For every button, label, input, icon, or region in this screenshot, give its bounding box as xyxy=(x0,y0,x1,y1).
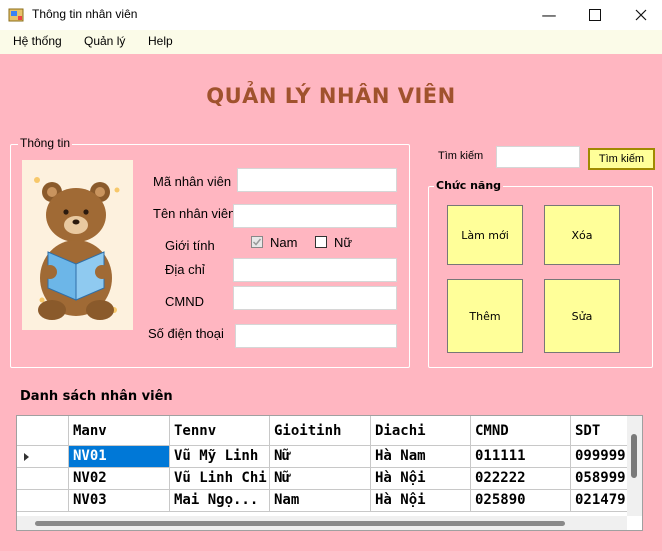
table-cell[interactable]: Hà Nội xyxy=(371,468,471,490)
them-button[interactable]: Thêm xyxy=(447,279,523,353)
column-header[interactable]: SDT xyxy=(571,416,631,446)
nu-checkbox[interactable] xyxy=(315,236,327,248)
window-title: Thông tin nhân viên xyxy=(32,7,138,21)
table-cell[interactable]: 011111 xyxy=(471,446,571,468)
table-row[interactable]: NV01 Vũ Mỹ Linh Nữ Hà Nam 011111 099999 xyxy=(17,446,637,468)
employee-photo xyxy=(22,160,133,330)
table-cell[interactable]: NV03 xyxy=(69,490,170,512)
menu-help[interactable]: Help xyxy=(148,34,173,48)
minimize-button[interactable]: — xyxy=(526,0,572,30)
menu-he-thong[interactable]: Hệ thống xyxy=(13,34,62,48)
label-ma-nhan-vien: Mã nhân viên xyxy=(153,174,232,189)
row-header[interactable] xyxy=(17,446,69,468)
label-cmnd: CMND xyxy=(165,294,204,309)
column-header[interactable]: Diachi xyxy=(371,416,471,446)
label-so-dien-thoai: Số điện thoại xyxy=(148,326,224,341)
maximize-button[interactable] xyxy=(572,0,618,30)
column-header[interactable]: Tennv xyxy=(170,416,270,446)
ten-nhan-vien-input[interactable] xyxy=(233,204,397,228)
search-input[interactable] xyxy=(496,146,580,168)
table-cell[interactable]: 022222 xyxy=(471,468,571,490)
lam-moi-button[interactable]: Làm mới xyxy=(447,205,523,265)
vertical-scrollbar[interactable] xyxy=(627,416,642,516)
form-client-area: QUẢN LÝ NHÂN VIÊN Thông tin Mã nhân viên… xyxy=(0,54,662,551)
table-cell[interactable]: Hà Nam xyxy=(371,446,471,468)
list-title: Danh sách nhân viên xyxy=(20,389,173,404)
xoa-button[interactable]: Xóa xyxy=(544,205,620,265)
table-cell[interactable]: Hà Nội xyxy=(371,490,471,512)
table-cell[interactable]: NV02 xyxy=(69,468,170,490)
label-gioi-tinh: Giới tính xyxy=(165,238,215,253)
horizontal-scrollbar[interactable] xyxy=(17,516,627,530)
title-bar: Thông tin nhân viên — xyxy=(0,0,662,30)
row-header[interactable] xyxy=(17,468,69,490)
dia-chi-input[interactable] xyxy=(233,258,397,282)
current-row-icon xyxy=(24,453,29,461)
table-cell[interactable]: 025890 xyxy=(471,490,571,512)
label-dia-chi: Địa chỉ xyxy=(165,262,205,277)
horizontal-scroll-thumb[interactable] xyxy=(35,521,565,526)
page-title: QUẢN LÝ NHÂN VIÊN xyxy=(206,84,456,108)
menu-bar: Hệ thống Quản lý Help xyxy=(0,30,662,54)
column-header[interactable]: Manv xyxy=(69,416,170,446)
function-legend: Chức năng xyxy=(434,179,504,192)
table-row[interactable]: NV02 Vũ Linh Chi Nữ Hà Nội 022222 058999 xyxy=(17,468,637,490)
nam-checkbox[interactable] xyxy=(251,236,263,248)
row-header[interactable] xyxy=(17,490,69,512)
row-header-corner xyxy=(17,416,69,446)
vertical-scroll-thumb[interactable] xyxy=(631,434,637,478)
ma-nhan-vien-input[interactable] xyxy=(237,168,397,192)
app-icon xyxy=(8,8,24,22)
table-cell[interactable]: Nữ xyxy=(270,468,371,490)
table-row[interactable]: NV03 Mai Ngọ... Nam Hà Nội 025890 021479 xyxy=(17,490,637,512)
maximize-icon xyxy=(589,9,601,21)
cmnd-input[interactable] xyxy=(233,286,397,310)
table-cell[interactable]: Mai Ngọ... xyxy=(170,490,270,512)
column-header[interactable]: CMND xyxy=(471,416,571,446)
nam-label: Nam xyxy=(270,235,298,250)
table-cell[interactable]: 099999 xyxy=(571,446,631,468)
table-cell[interactable]: Vũ Mỹ Linh xyxy=(170,446,270,468)
bear-reading-icon xyxy=(22,160,133,330)
so-dien-thoai-input[interactable] xyxy=(235,324,397,348)
close-button[interactable] xyxy=(618,0,662,30)
column-header[interactable]: Gioitinh xyxy=(270,416,371,446)
table-cell[interactable]: Nam xyxy=(270,490,371,512)
table-cell[interactable]: 058999 xyxy=(571,468,631,490)
grid-header-row: Manv Tennv Gioitinh Diachi CMND SDT xyxy=(17,416,637,446)
nu-label: Nữ xyxy=(334,235,353,250)
close-icon xyxy=(635,9,647,21)
info-legend: Thông tin xyxy=(18,136,73,150)
search-button[interactable]: Tìm kiếm xyxy=(588,148,655,170)
search-label: Tìm kiếm xyxy=(438,150,484,162)
menu-quan-ly[interactable]: Quản lý xyxy=(84,34,125,48)
sua-button[interactable]: Sửa xyxy=(544,279,620,353)
employee-grid[interactable]: Manv Tennv Gioitinh Diachi CMND SDT NV01… xyxy=(16,415,643,531)
checkmark-icon xyxy=(252,238,262,246)
table-cell[interactable]: Vũ Linh Chi xyxy=(170,468,270,490)
table-cell[interactable]: 021479 xyxy=(571,490,631,512)
minimize-icon: — xyxy=(541,6,557,24)
table-cell[interactable]: Nữ xyxy=(270,446,371,468)
table-cell[interactable]: NV01 xyxy=(69,446,170,468)
label-ten-nhan-vien: Tên nhân viên xyxy=(153,206,233,221)
